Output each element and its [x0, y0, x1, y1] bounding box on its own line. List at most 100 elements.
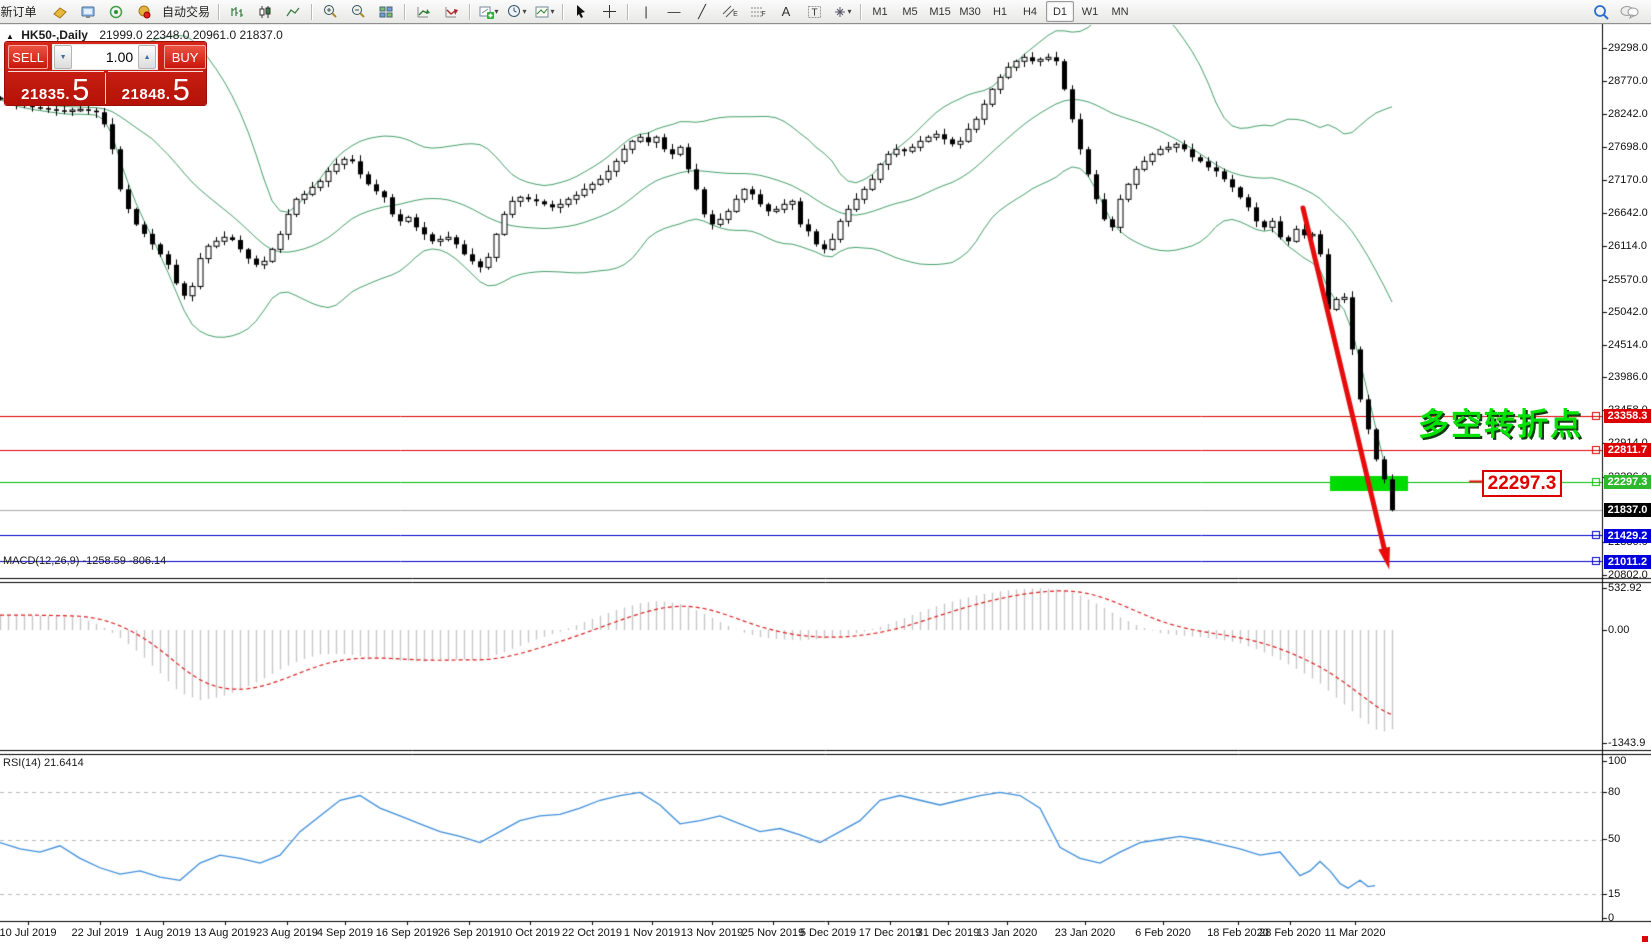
trendline-glyph: ╱: [698, 4, 706, 20]
horizontal-line-glyph: —: [668, 4, 681, 19]
rsi-label: RSI(14) 21.6414: [3, 757, 84, 769]
price-tick: 24514.0: [1608, 339, 1648, 351]
price-tick: 25570.0: [1608, 274, 1648, 286]
date-tick-label: 25 Nov 2019: [742, 927, 804, 939]
toolbar-separator: [404, 4, 405, 20]
autotrade-icon[interactable]: [130, 1, 158, 23]
sell-price[interactable]: 21835.5: [5, 73, 106, 105]
volume-decrease-button[interactable]: ▼: [54, 45, 72, 69]
new-chart-icon[interactable]: ▾: [474, 1, 502, 23]
crosshair-icon[interactable]: [595, 1, 623, 23]
date-tick-label: 1 Aug 2019: [135, 927, 191, 939]
price-line-label: 21429.2: [1604, 529, 1651, 543]
price-tag-annotation[interactable]: 22297.3: [1482, 470, 1562, 497]
timeframe-h1[interactable]: H1: [986, 1, 1014, 22]
horizontal-line-tool[interactable]: —: [660, 1, 688, 23]
date-tick-label: 28 Feb 2020: [1259, 927, 1321, 939]
autotrade-label: 自动交易: [162, 3, 210, 20]
rsi-scale-tick: 100: [1608, 755, 1626, 767]
date-tick-label: 10 Jul 2019: [0, 927, 56, 939]
vertical-line-tool[interactable]: |: [632, 1, 660, 23]
cursor-icon[interactable]: [567, 1, 595, 23]
rsi-scale-tick: 0: [1608, 912, 1614, 924]
price-line-label: 22297.3: [1604, 475, 1651, 489]
timeframe-m15[interactable]: M15: [926, 1, 954, 22]
line-chart-type-icon[interactable]: [279, 1, 307, 23]
price-tick: 26114.0: [1608, 240, 1647, 252]
date-tick-label: 13 Aug 2019: [194, 927, 256, 939]
templates-icon[interactable]: ▾: [530, 1, 558, 23]
collapse-triangle-icon[interactable]: ▲: [6, 32, 14, 41]
timeframe-mn[interactable]: MN: [1106, 1, 1134, 22]
chat-icon[interactable]: [1615, 1, 1643, 23]
bar-chart-type-icon[interactable]: [223, 1, 251, 23]
one-click-trade-panel: SELL ▼ 1.00 ▲ BUY 21835.5 21848.5: [5, 42, 206, 105]
date-tick-label: 13 Jan 2020: [977, 927, 1038, 939]
tile-windows-icon[interactable]: [372, 1, 400, 23]
chart-ohlc-values: 21999.0 22348.0 20961.0 21837.0: [99, 28, 283, 42]
text-tool-glyph: A: [782, 4, 791, 19]
chart-title: ▲ HK50-,Daily 21999.0 22348.0 20961.0 21…: [6, 28, 283, 42]
zoom-out-icon[interactable]: [344, 1, 372, 23]
text-label-tool[interactable]: T: [800, 1, 828, 23]
date-tick-label: 4 Sep 2019: [317, 927, 373, 939]
fibonacci-tool[interactable]: F: [744, 1, 772, 23]
indicators-up-icon[interactable]: [409, 1, 437, 23]
channel-tool[interactable]: E: [716, 1, 744, 23]
new-order-label: 新订单: [0, 3, 36, 20]
zoom-in-icon[interactable]: [316, 1, 344, 23]
candlestick-type-icon[interactable]: [251, 1, 279, 23]
rsi-scale-tick: 15: [1608, 888, 1620, 900]
date-tick-label: 23 Jan 2020: [1055, 927, 1116, 939]
autotrade-button[interactable]: 自动交易: [158, 1, 214, 23]
timeframe-d1[interactable]: D1: [1046, 1, 1074, 22]
top-toolbar: 新订单 自动交易 ▾ ▾ ▾ | — ╱ E F A T: [0, 0, 1651, 24]
price-tick: 27698.0: [1608, 141, 1648, 153]
chart-canvas[interactable]: [0, 0, 1651, 945]
rsi-value: 21.6414: [44, 757, 84, 769]
price-tick: 29298.0: [1608, 42, 1648, 54]
date-tick-label: 16 Sep 2019: [376, 927, 438, 939]
connection-status-dot: [1642, 936, 1648, 942]
timeframe-w1[interactable]: W1: [1076, 1, 1104, 22]
signal-icon[interactable]: [102, 1, 130, 23]
date-tick-label: 13 Nov 2019: [681, 927, 743, 939]
timeframe-m5[interactable]: M5: [896, 1, 924, 22]
order-book-icon[interactable]: [46, 1, 74, 23]
buy-price[interactable]: 21848.5: [106, 73, 207, 105]
fibonacci-letter: F: [761, 11, 765, 18]
price-line-label: 22811.7: [1604, 443, 1651, 457]
period-clock-icon[interactable]: ▾: [502, 1, 530, 23]
timeframe-h4[interactable]: H4: [1016, 1, 1044, 22]
new-order-button[interactable]: 新订单: [0, 1, 46, 23]
macd-name: MACD(12,26,9): [3, 555, 79, 567]
turning-point-annotation: 多空转折点: [1418, 399, 1583, 444]
date-tick-label: 31 Dec 2019: [917, 927, 979, 939]
price-line-label: 21837.0: [1604, 503, 1651, 517]
indicators-down-icon[interactable]: [437, 1, 465, 23]
price-tick: 28242.0: [1608, 108, 1648, 120]
market-watch-icon[interactable]: [74, 1, 102, 23]
sell-button[interactable]: SELL: [8, 45, 48, 69]
timeframe-m30[interactable]: M30: [956, 1, 984, 22]
trendline-tool[interactable]: ╱: [688, 1, 716, 23]
timeframe-m1[interactable]: M1: [866, 1, 894, 22]
date-tick-label: 6 Feb 2020: [1135, 927, 1191, 939]
spinner-down-icon: ▼: [60, 54, 67, 61]
date-tick-label: 5 Dec 2019: [800, 927, 856, 939]
date-tick-label: 22 Jul 2019: [72, 927, 129, 939]
volume-input[interactable]: 1.00: [73, 49, 137, 65]
price-tick: 25042.0: [1608, 306, 1648, 318]
search-icon[interactable]: [1587, 1, 1615, 23]
toolbar-separator: [218, 4, 219, 20]
volume-increase-button[interactable]: ▲: [138, 45, 156, 69]
arrows-tool[interactable]: ▾: [828, 1, 856, 23]
chevron-down-icon: ▾: [495, 7, 499, 16]
date-tick-label: 22 Oct 2019: [562, 927, 622, 939]
buy-button[interactable]: BUY: [164, 45, 206, 69]
macd-values: -1258.59 -806.14: [82, 555, 166, 567]
buy-label: BUY: [172, 50, 199, 65]
date-tick-label: 23 Aug 2019: [256, 927, 318, 939]
text-tool[interactable]: A: [772, 1, 800, 23]
panel-divider: [8, 71, 104, 72]
